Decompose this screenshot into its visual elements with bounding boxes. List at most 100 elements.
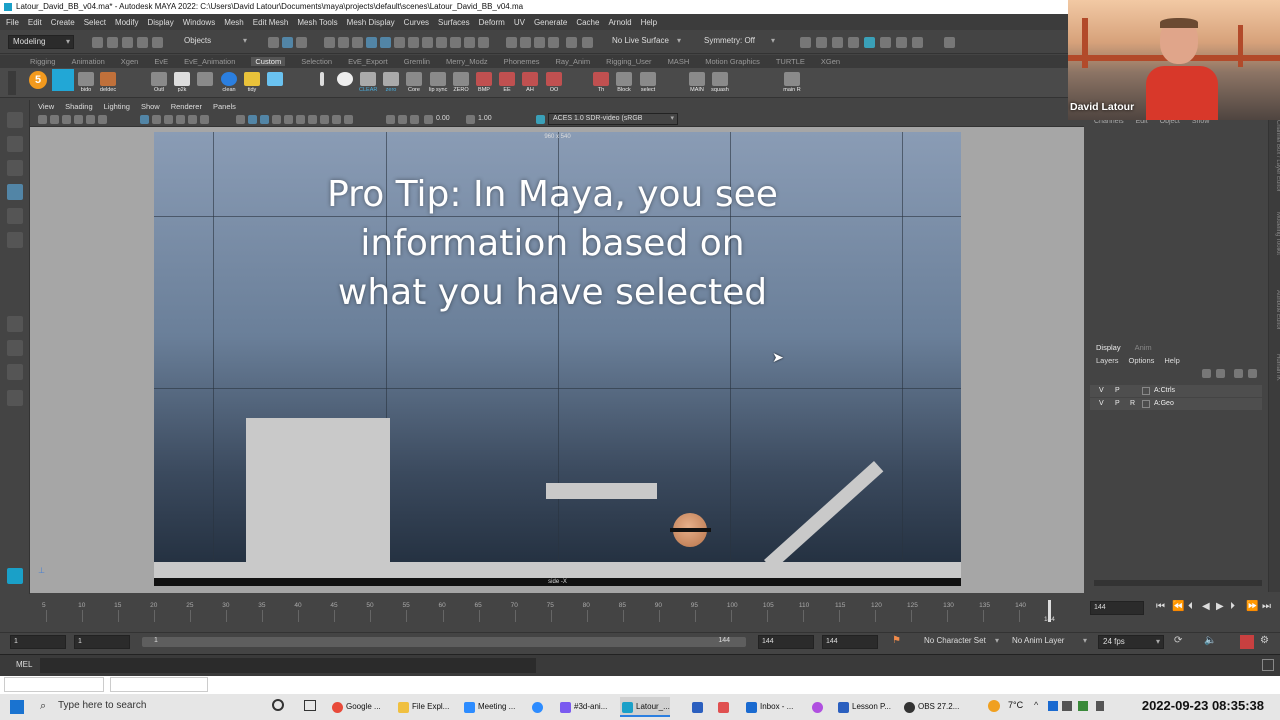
select-hierarchy-icon[interactable] (268, 37, 279, 48)
textured-icon[interactable] (284, 115, 293, 124)
shelf-tab-eve-animation[interactable]: EvE_Animation (184, 57, 235, 66)
animation-end-field[interactable]: 144 (822, 635, 878, 649)
pick-deformations-icon[interactable] (380, 37, 391, 48)
select-component-icon[interactable] (296, 37, 307, 48)
shelf-tab-custom[interactable]: Custom (251, 57, 286, 66)
shelf-tab-phonemes[interactable]: Phonemes (504, 57, 540, 66)
resolution-gate-icon[interactable] (164, 115, 173, 124)
shelf-tab-motion-graphics[interactable]: Motion Graphics (705, 57, 760, 66)
audio-icon[interactable]: 🔈 (1204, 635, 1216, 646)
open-scene-icon[interactable] (107, 37, 118, 48)
shelf-button-lip-sync[interactable]: lip sync (429, 72, 447, 94)
pick-rendering-icon[interactable] (408, 37, 419, 48)
shelf-button-block[interactable]: Block (615, 72, 633, 94)
layer-visibility-toggle[interactable]: V (1099, 385, 1104, 397)
command-language-label[interactable]: MEL (16, 660, 32, 669)
shelf-button-th[interactable]: Th (592, 72, 610, 94)
shelf-button-zero-caps[interactable]: ZERO (452, 72, 470, 94)
lights-icon[interactable] (296, 115, 305, 124)
command-input[interactable] (40, 658, 536, 673)
menu-display[interactable]: Display (148, 18, 174, 27)
menu-edit-mesh[interactable]: Edit Mesh (253, 18, 289, 27)
tray-app-icon[interactable] (1062, 701, 1072, 711)
snap-curve-icon[interactable] (478, 37, 489, 48)
taskbar-app-word[interactable]: Lesson P... (836, 697, 891, 717)
menu-help[interactable]: Help (641, 18, 657, 27)
field-chart-icon[interactable] (188, 115, 197, 124)
ground-geometry[interactable] (154, 562, 961, 578)
move-layer-up-icon[interactable] (1202, 369, 1211, 378)
make-live-icon[interactable] (548, 37, 559, 48)
layer-color-swatch[interactable] (1142, 400, 1150, 408)
four-view-layout-icon[interactable] (7, 340, 23, 356)
2d-pan-zoom-icon[interactable] (86, 115, 95, 124)
playback-start-field[interactable]: 1 (74, 635, 130, 649)
motion-blur-icon[interactable] (332, 115, 341, 124)
shelf-button-cube[interactable] (266, 72, 284, 94)
lasso-tool-icon[interactable] (7, 136, 23, 152)
menu-mesh-display[interactable]: Mesh Display (347, 18, 395, 27)
auto-key-icon[interactable]: ⚑ (892, 635, 901, 646)
menu-surfaces[interactable]: Surfaces (438, 18, 470, 27)
side-tab-channel-box[interactable]: Channel Box / Layer Editor (1269, 120, 1280, 192)
sidebar-toggle-icon[interactable] (944, 37, 955, 48)
grease-pencil-icon[interactable] (98, 115, 107, 124)
move-tool-icon[interactable] (7, 184, 23, 200)
shelf-tab-selection[interactable]: Selection (301, 57, 332, 66)
image-plane-icon[interactable] (74, 115, 83, 124)
anim-layer-dropdown[interactable]: No Anim Layer (1008, 635, 1090, 649)
symmetry-dropdown[interactable]: Symmetry: Off (700, 35, 778, 49)
go-to-end-icon[interactable]: ⏭ (1262, 601, 1271, 612)
save-scene-icon[interactable] (122, 37, 133, 48)
select-object-icon[interactable] (282, 37, 293, 48)
pick-misc-icon[interactable] (422, 37, 433, 48)
layer-visibility-toggle[interactable]: V (1099, 398, 1104, 410)
skull-icon[interactable] (336, 72, 354, 94)
pick-surfaces-icon[interactable] (366, 37, 377, 48)
weather-temperature[interactable]: 7°C (1008, 700, 1023, 710)
menu-edit[interactable]: Edit (28, 18, 42, 27)
grid-icon[interactable] (140, 115, 149, 124)
cortana-icon[interactable] (272, 699, 284, 711)
menu-mesh-tools[interactable]: Mesh Tools (297, 18, 337, 27)
exposure-value[interactable]: 0.00 (436, 115, 460, 124)
menu-modify[interactable]: Modify (115, 18, 139, 27)
taskbar-app-zoom[interactable] (530, 697, 550, 717)
menu-create[interactable]: Create (51, 18, 75, 27)
taskbar-app-calculator[interactable] (690, 697, 710, 717)
menu-cache[interactable]: Cache (576, 18, 599, 27)
shadows-icon[interactable] (308, 115, 317, 124)
render-setup-icon[interactable] (880, 37, 891, 48)
layer-name[interactable]: A:Geo (1154, 398, 1174, 410)
taskbar-search-input[interactable]: Type here to search (58, 700, 146, 711)
arnold-render-view-icon[interactable] (864, 37, 875, 48)
floating-platform-geometry[interactable] (546, 483, 657, 499)
menu-select[interactable]: Select (84, 18, 106, 27)
scale-tool-icon[interactable] (7, 232, 23, 248)
shelf-button-ah[interactable]: AH (521, 72, 539, 94)
smooth-shade-icon[interactable] (248, 115, 257, 124)
new-layer-icon[interactable] (1234, 369, 1243, 378)
snap-point-icon[interactable] (506, 37, 517, 48)
side-tab-human-ik[interactable]: Human IK (1269, 354, 1280, 381)
shelf-button-core[interactable]: Core (405, 72, 423, 94)
xray-joints-icon[interactable] (398, 115, 407, 124)
isolate-select-icon[interactable] (386, 115, 395, 124)
shelf-tab-eve-export[interactable]: EvE_Export (348, 57, 388, 66)
play-forwards-icon[interactable]: ▶ (1216, 601, 1224, 612)
layer-menu-options[interactable]: Options (1129, 356, 1155, 365)
shelf-tab-turtle[interactable]: TURTLE (776, 57, 805, 66)
render-frame-icon[interactable] (800, 37, 811, 48)
shelf-button-ee[interactable]: EE (498, 72, 516, 94)
gate-mask-icon[interactable] (176, 115, 185, 124)
panel-menu-shading[interactable]: Shading (65, 102, 93, 111)
viewport-resolution-gate[interactable]: 960 x 540 Pro Tip: In Maya, you see info… (154, 132, 961, 586)
windows-start-icon[interactable] (10, 700, 24, 714)
animation-start-field[interactable]: 1 (10, 635, 66, 649)
shelf-button-outliner[interactable]: Outl (150, 72, 168, 94)
minimized-window[interactable] (110, 677, 208, 692)
menu-deform[interactable]: Deform (479, 18, 505, 27)
shelf-tab-mash[interactable]: MASH (668, 57, 690, 66)
cache-playback-icon[interactable] (1240, 635, 1254, 649)
safe-action-icon[interactable] (200, 115, 209, 124)
